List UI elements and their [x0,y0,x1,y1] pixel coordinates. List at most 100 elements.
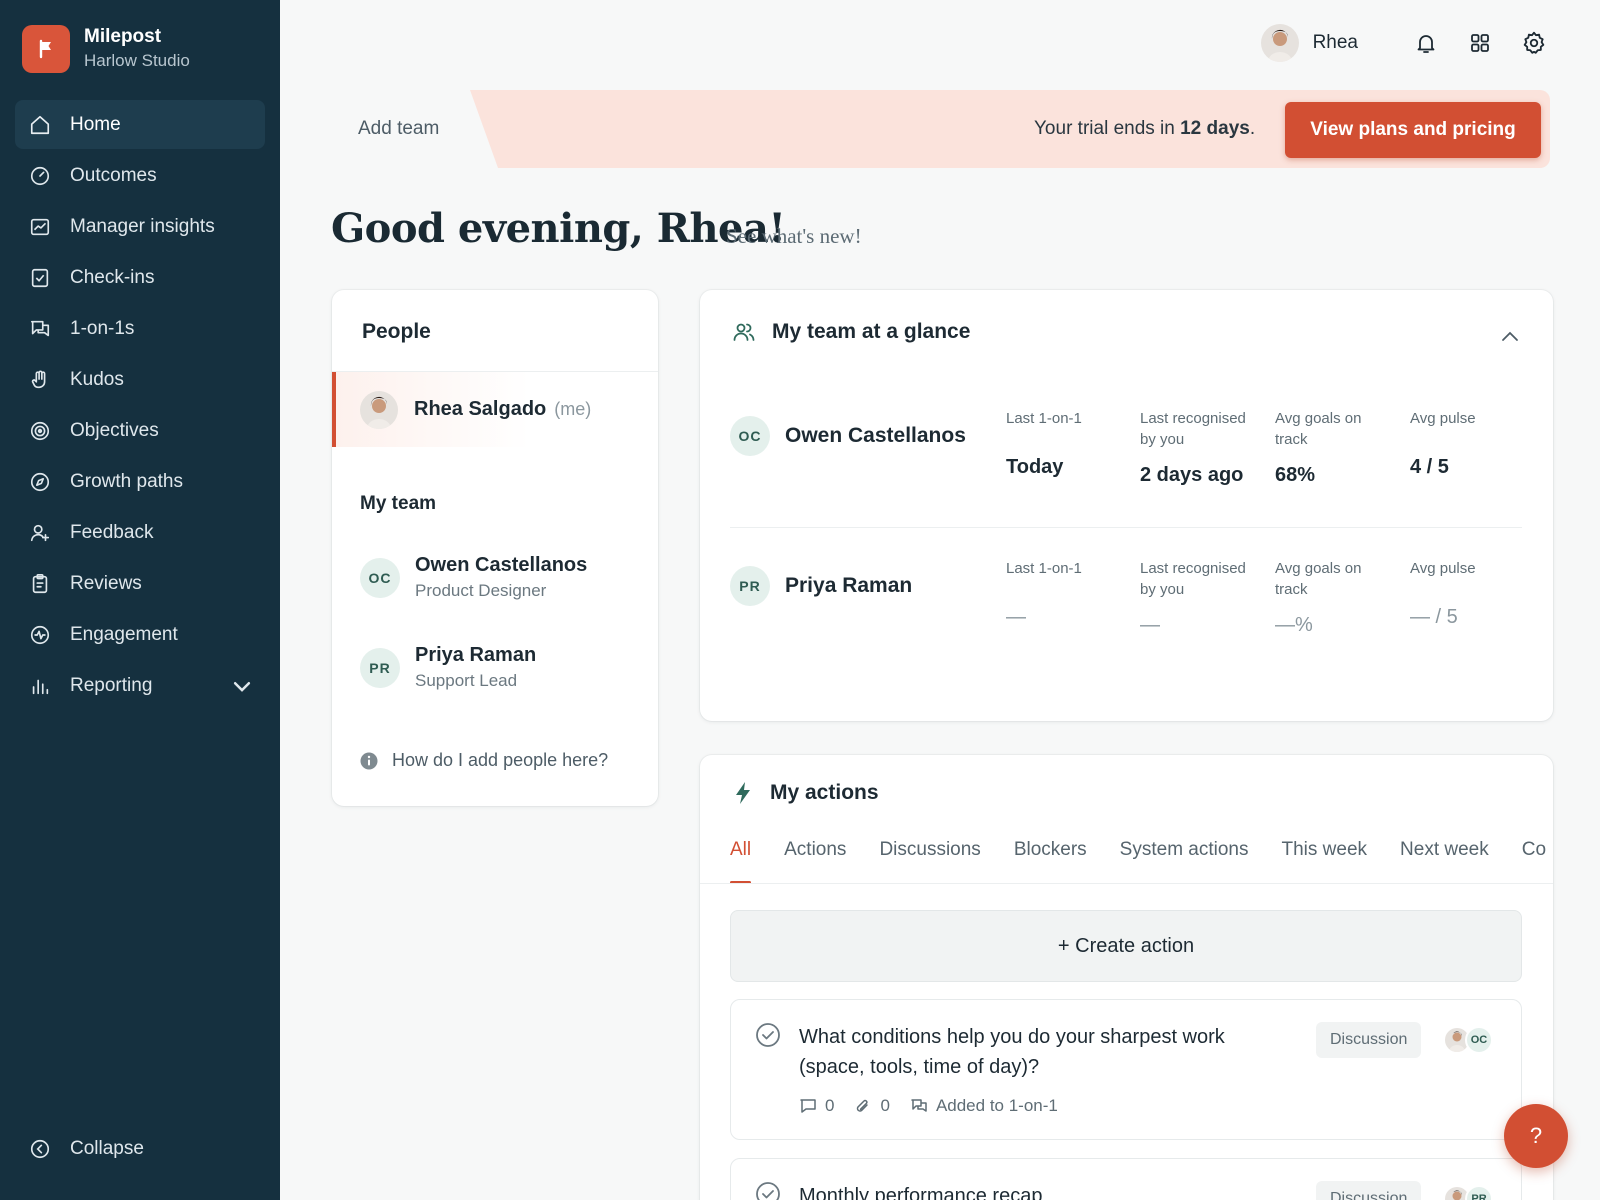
chat-icon [30,320,50,336]
person-name: Rhea Salgado [414,398,547,420]
tab-actions[interactable]: Actions [784,835,846,884]
divider [700,883,1553,884]
avatar-initials: OC [360,558,400,598]
workspace-switcher[interactable]: Milepost Harlow Studio [22,25,190,73]
tab-blockers[interactable]: Blockers [1014,835,1087,884]
tab-this-week[interactable]: This week [1282,835,1368,884]
nav-label: Check-ins [70,266,155,288]
person-role: Product Designer [415,581,547,600]
tab-completed[interactable]: Co [1522,835,1546,884]
check-circle-icon[interactable] [755,1022,781,1048]
metric-label: Last 1-on-1 [1006,560,1082,577]
metric-label: Last recognised by you [1140,410,1246,448]
collapse-sidebar-button[interactable]: Collapse [29,1138,144,1160]
help-button[interactable]: ? [1504,1104,1568,1168]
person-name: Owen Castellanos [415,554,588,576]
action-item[interactable]: Monthly performance recap Discussion PR [730,1158,1522,1200]
people-title: People [362,320,431,343]
card-title: My team at a glance [772,320,971,343]
checkin-icon [31,268,49,287]
chevron-up-icon [1502,331,1518,341]
nav-item-check-ins[interactable]: Check-ins [15,253,265,302]
nav-item-home[interactable]: Home [15,100,265,149]
participants: PR [1443,1185,1493,1200]
person-row-me[interactable]: Rhea Salgado (me) [332,372,658,447]
team-member-row[interactable]: PR Priya Raman Last 1-on-1 — Last recogn… [730,558,1522,678]
nav-item-growth-paths[interactable]: Growth paths [15,457,265,506]
metric-value: 4 / 5 [1410,456,1449,478]
action-tabs: All Actions Discussions Blockers System … [730,835,1553,884]
grid-icon [1471,34,1489,52]
trial-days: 12 days [1180,118,1250,139]
action-type-badge: Discussion [1316,1181,1422,1200]
clipboard-icon [32,573,48,593]
member-name: Owen Castellanos [785,424,966,447]
comment-count-value: 0 [825,1096,835,1115]
action-title: Monthly performance recap [799,1185,1043,1200]
nav-item-reviews[interactable]: Reviews [15,559,265,608]
person-row[interactable]: PR Priya Raman Support Lead [360,642,536,694]
help-text: How do I add people here? [392,750,609,770]
action-type-badge: Discussion [1316,1022,1422,1058]
metric-value: — [1006,606,1026,628]
view-plans-button[interactable]: View plans and pricing [1285,102,1541,158]
metric-value: Today [1006,456,1064,478]
nav-item-manager-insights[interactable]: Manager insights [15,202,265,251]
person-row[interactable]: OC Owen Castellanos Product Designer [360,552,587,604]
target-icon [30,421,50,440]
brand-name: Milepost [84,26,162,47]
main-nav: Home Outcomes Manager insights Check-ins… [15,100,265,712]
lightning-icon [736,782,750,804]
add-team-link[interactable]: Add team [358,118,439,140]
my-actions-card: My actions All Actions Discussions Block… [700,755,1553,1200]
tab-discussions[interactable]: Discussions [879,835,980,884]
my-team-heading: My team [360,493,437,514]
compass-icon [30,472,50,491]
whats-new-link[interactable]: See what's new! [726,224,862,249]
nav-label: Feedback [70,521,154,543]
settings-button[interactable] [1520,29,1548,57]
metric-label: Avg goals on track [1275,410,1362,448]
chart-icon [30,218,50,235]
users-icon [733,323,755,341]
nav-item-engagement[interactable]: Engagement [15,610,265,659]
metric-value: 2 days ago [1140,464,1244,486]
tab-system-actions[interactable]: System actions [1120,835,1249,884]
team-member-row[interactable]: OC Owen Castellanos Last 1-on-1 Today La… [730,408,1522,528]
collapse-card-button[interactable] [1497,324,1523,350]
nav-label: Outcomes [70,164,157,186]
check-circle-icon[interactable] [755,1181,781,1200]
chevron-down-icon[interactable] [231,675,253,697]
nav-item-kudos[interactable]: Kudos [15,355,265,404]
info-icon [360,752,378,769]
create-action-button[interactable]: + Create action [730,910,1522,982]
tab-all[interactable]: All [730,835,752,884]
avatar-initials: OC [1465,1026,1493,1054]
avatar [1260,24,1299,62]
nav-label: Manager insights [70,215,215,237]
nav-item-outcomes[interactable]: Outcomes [15,151,265,200]
nav-item-feedback[interactable]: Feedback [15,508,265,557]
user-plus-icon [30,524,50,541]
avatar-initials: PR [360,648,400,688]
user-menu[interactable]: Rhea [1260,24,1358,62]
nav-item-objectives[interactable]: Objectives [15,406,265,455]
trial-text-after: . [1249,118,1256,139]
added-to-info: Added to 1-on-1 [910,1096,1058,1116]
notifications-button[interactable] [1412,29,1440,57]
paperclip-icon [857,1099,869,1112]
avatar-initials: PR [730,566,770,606]
gear-icon [1523,31,1545,54]
action-item[interactable]: What conditions help you do your sharpes… [730,999,1522,1140]
metric-label: Last recognised by you [1140,560,1246,598]
nav-item-1-on-1s[interactable]: 1-on-1s [15,304,265,353]
nav-item-reporting[interactable]: Reporting [15,661,265,710]
add-people-help-link[interactable]: How do I add people here? [360,750,608,771]
card-title: My actions [770,781,879,804]
tab-next-week[interactable]: Next week [1400,835,1489,884]
metric-value: 68% [1275,464,1316,486]
metric-label: Avg goals on track [1275,560,1362,598]
metric-label: Avg pulse [1410,560,1476,577]
user-name: Rhea [1312,32,1358,53]
apps-button[interactable] [1466,29,1494,57]
